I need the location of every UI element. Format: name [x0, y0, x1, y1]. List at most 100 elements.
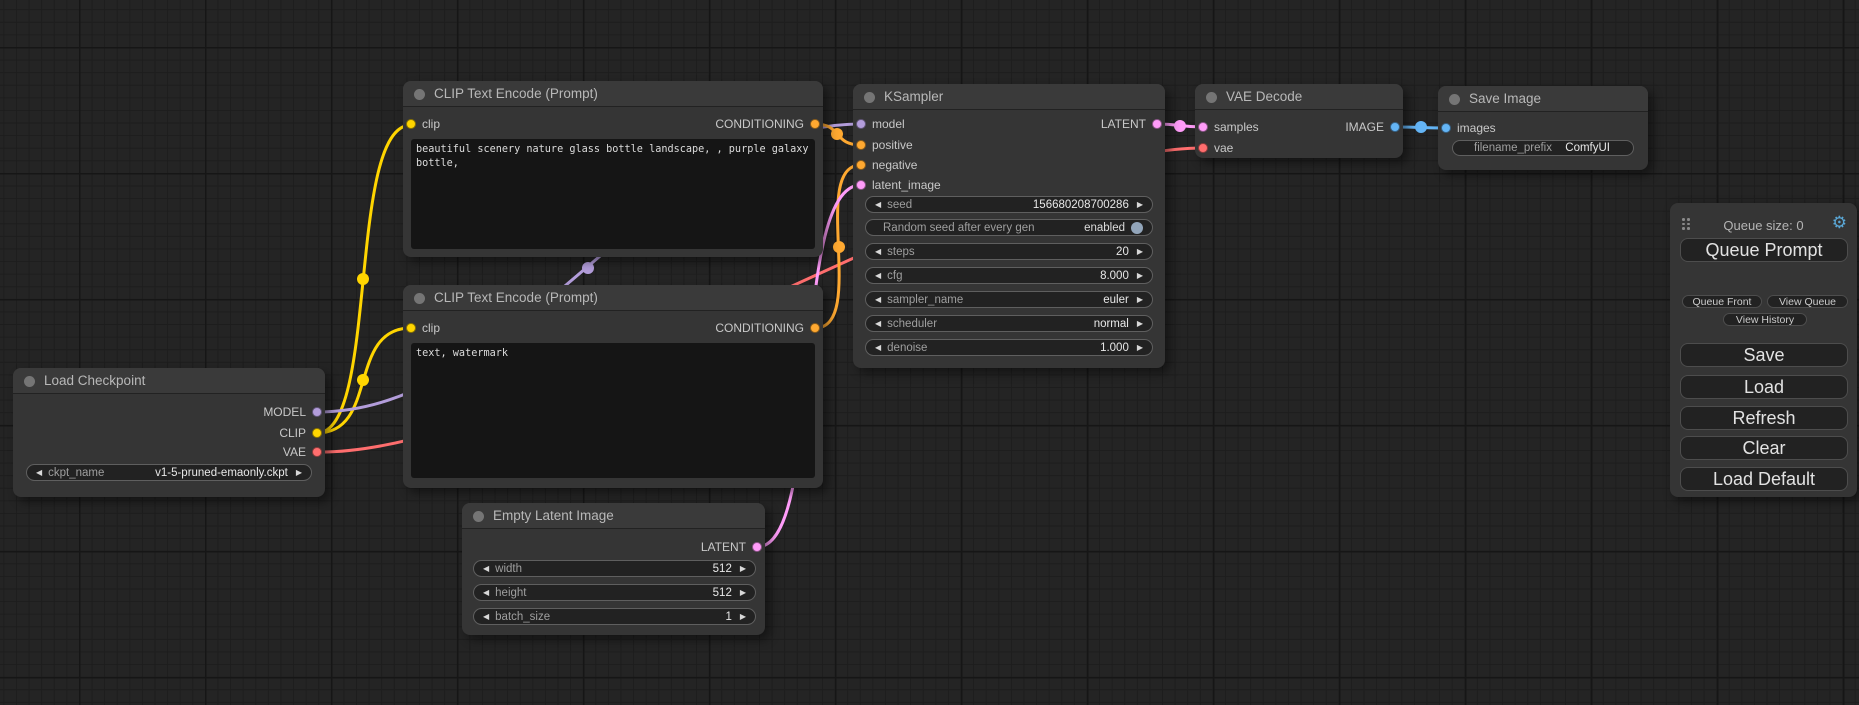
decrement-arrow-icon[interactable]: ◀ — [36, 469, 42, 477]
link-midpoint-dot — [1415, 121, 1427, 133]
gear-icon[interactable]: ⚙ — [1832, 213, 1847, 233]
link-midpoint-dot — [831, 128, 843, 140]
input-port-vae[interactable] — [1198, 143, 1208, 153]
widget-steps[interactable]: ◀ steps 20 ▶ — [865, 243, 1153, 260]
node-clip-text-encode-positive[interactable]: CLIP Text Encode (Prompt) clip CONDITION… — [403, 81, 823, 257]
output-port-image[interactable] — [1390, 122, 1400, 132]
input-label-images: images — [1457, 121, 1496, 135]
view-queue-button[interactable]: View Queue — [1767, 295, 1848, 308]
increment-arrow-icon[interactable]: ▶ — [1137, 248, 1143, 256]
increment-arrow-icon[interactable]: ▶ — [740, 589, 746, 597]
widget-label: denoise — [887, 342, 927, 354]
increment-arrow-icon[interactable]: ▶ — [1137, 320, 1143, 328]
widget-value: 8.000 — [1100, 270, 1129, 282]
decrement-arrow-icon[interactable]: ◀ — [483, 589, 489, 597]
widget-value: enabled — [1084, 222, 1125, 234]
queue-front-button[interactable]: Queue Front — [1682, 295, 1762, 308]
output-port-model[interactable] — [312, 407, 322, 417]
output-port-vae[interactable] — [312, 447, 322, 457]
output-port-latent[interactable] — [1152, 119, 1162, 129]
increment-arrow-icon[interactable]: ▶ — [1137, 201, 1143, 209]
node-title: Load Checkpoint — [44, 373, 145, 388]
widget-label: sampler_name — [887, 294, 963, 306]
output-port-conditioning[interactable] — [810, 119, 820, 129]
input-port-clip[interactable] — [406, 119, 416, 129]
clear-button[interactable]: Clear — [1680, 436, 1848, 460]
input-port-latent-image[interactable] — [856, 180, 866, 190]
output-label-vae: VAE — [283, 445, 306, 459]
increment-arrow-icon[interactable]: ▶ — [1137, 344, 1143, 352]
collapse-dot-icon[interactable] — [1449, 94, 1460, 105]
input-port-clip[interactable] — [406, 323, 416, 333]
save-button[interactable]: Save — [1680, 343, 1848, 367]
widget-ckpt-name[interactable]: ◀ ckpt_name v1-5-pruned-emaonly.ckpt ▶ — [26, 464, 312, 481]
decrement-arrow-icon[interactable]: ◀ — [875, 320, 881, 328]
widget-label: filename_prefix — [1474, 142, 1552, 154]
collapse-dot-icon[interactable] — [414, 89, 425, 100]
widget-seed[interactable]: ◀ seed 156680208700286 ▶ — [865, 196, 1153, 213]
load-default-button[interactable]: Load Default — [1680, 467, 1848, 491]
prompt-textarea[interactable]: text, watermark — [411, 343, 815, 478]
node-vae-decode[interactable]: VAE Decode samples IMAGE vae — [1195, 84, 1403, 158]
increment-arrow-icon[interactable]: ▶ — [740, 613, 746, 621]
input-label-latent-image: latent_image — [872, 178, 941, 192]
input-label-clip: clip — [422, 321, 440, 335]
output-label-model: MODEL — [263, 405, 306, 419]
output-port-clip[interactable] — [312, 428, 322, 438]
decrement-arrow-icon[interactable]: ◀ — [875, 272, 881, 280]
output-port-conditioning[interactable] — [810, 323, 820, 333]
decrement-arrow-icon[interactable]: ◀ — [875, 201, 881, 209]
decrement-arrow-icon[interactable]: ◀ — [875, 344, 881, 352]
widget-height[interactable]: ◀ height 512 ▶ — [473, 584, 756, 601]
input-port-model[interactable] — [856, 119, 866, 129]
collapse-dot-icon[interactable] — [473, 511, 484, 522]
widget-value: 1.000 — [1100, 342, 1129, 354]
node-ksampler[interactable]: KSampler model LATENT positive negative … — [853, 84, 1165, 368]
node-save-image[interactable]: Save Image images filename_prefix ComfyU… — [1438, 86, 1648, 170]
drag-handle-icon[interactable] — [1682, 218, 1690, 230]
node-load-checkpoint[interactable]: Load Checkpoint MODEL CLIP VAE ◀ ckpt_na… — [13, 368, 325, 497]
widget-batch-size[interactable]: ◀ batch_size 1 ▶ — [473, 608, 756, 625]
output-label-conditioning: CONDITIONING — [715, 321, 804, 335]
widget-scheduler[interactable]: ◀ scheduler normal ▶ — [865, 315, 1153, 332]
output-port-latent[interactable] — [752, 542, 762, 552]
decrement-arrow-icon[interactable]: ◀ — [875, 248, 881, 256]
view-history-button[interactable]: View History — [1723, 313, 1807, 326]
node-clip-text-encode-negative[interactable]: CLIP Text Encode (Prompt) clip CONDITION… — [403, 285, 823, 488]
collapse-dot-icon[interactable] — [24, 376, 35, 387]
input-label-clip: clip — [422, 117, 440, 131]
toggle-circle-icon[interactable] — [1131, 222, 1143, 234]
input-port-positive[interactable] — [856, 140, 866, 150]
output-label-image: IMAGE — [1345, 120, 1384, 134]
increment-arrow-icon[interactable]: ▶ — [1137, 296, 1143, 304]
input-port-negative[interactable] — [856, 160, 866, 170]
widget-sampler-name[interactable]: ◀ sampler_name euler ▶ — [865, 291, 1153, 308]
input-port-samples[interactable] — [1198, 122, 1208, 132]
widget-label: batch_size — [495, 611, 550, 623]
widget-label: seed — [887, 199, 912, 211]
widget-denoise[interactable]: ◀ denoise 1.000 ▶ — [865, 339, 1153, 356]
link-midpoint-dot — [833, 241, 845, 253]
increment-arrow-icon[interactable]: ▶ — [740, 565, 746, 573]
increment-arrow-icon[interactable]: ▶ — [296, 469, 302, 477]
decrement-arrow-icon[interactable]: ◀ — [483, 613, 489, 621]
widget-width[interactable]: ◀ width 512 ▶ — [473, 560, 756, 577]
collapse-dot-icon[interactable] — [864, 92, 875, 103]
input-label-negative: negative — [872, 158, 917, 172]
decrement-arrow-icon[interactable]: ◀ — [875, 296, 881, 304]
collapse-dot-icon[interactable] — [1206, 92, 1217, 103]
queue-prompt-button[interactable]: Queue Prompt — [1680, 238, 1848, 262]
load-button[interactable]: Load — [1680, 375, 1848, 399]
refresh-button[interactable]: Refresh — [1680, 406, 1848, 430]
prompt-textarea[interactable]: beautiful scenery nature glass bottle la… — [411, 139, 815, 249]
collapse-dot-icon[interactable] — [414, 293, 425, 304]
widget-cfg[interactable]: ◀ cfg 8.000 ▶ — [865, 267, 1153, 284]
input-port-images[interactable] — [1441, 123, 1451, 133]
node-title: VAE Decode — [1226, 89, 1302, 104]
widget-filename-prefix[interactable]: filename_prefix ComfyUI — [1452, 140, 1634, 156]
widget-random-seed-toggle[interactable]: Random seed after every gen enabled — [865, 219, 1153, 236]
graph-canvas[interactable]: Load Checkpoint MODEL CLIP VAE ◀ ckpt_na… — [0, 0, 1859, 705]
decrement-arrow-icon[interactable]: ◀ — [483, 565, 489, 573]
node-empty-latent-image[interactable]: Empty Latent Image LATENT ◀ width 512 ▶ … — [462, 503, 765, 635]
increment-arrow-icon[interactable]: ▶ — [1137, 272, 1143, 280]
